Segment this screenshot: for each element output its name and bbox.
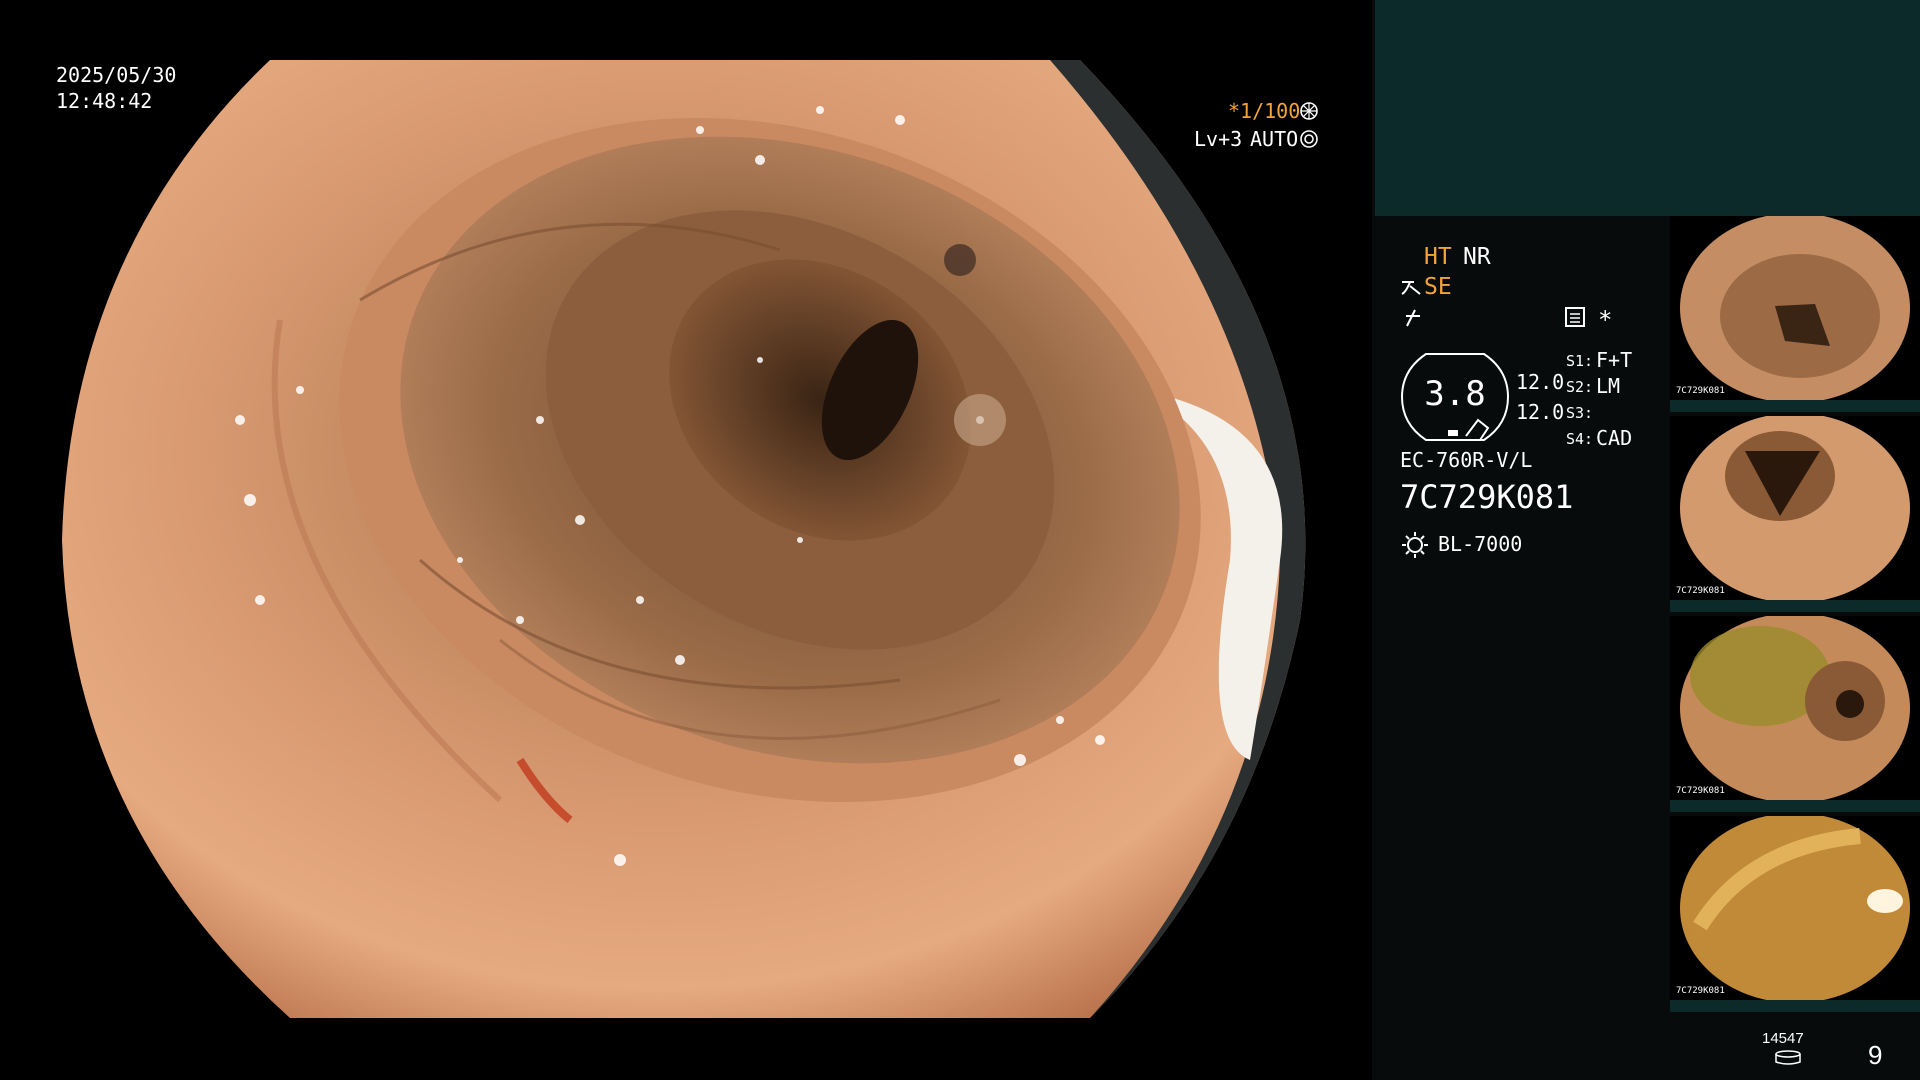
endoscope-main-view: 2025/05/30 12:48:42 *1/100 Lv+3 AUTO [0, 0, 1372, 1080]
structure-enhance-icon [1401, 281, 1421, 295]
thumbnail-image [1670, 816, 1920, 1012]
scope-field [62, 60, 1306, 1018]
s4-label: S4: [1566, 430, 1594, 448]
scope-model: EC-760R-V/L [1400, 448, 1533, 472]
light-source-icon [1402, 532, 1428, 558]
asterisk-indicator: * [1598, 306, 1613, 334]
thumbnail-image [1670, 416, 1920, 612]
osd-time: 12:48:42 [56, 89, 153, 113]
thumbnail-label: 7C729K081 [1676, 586, 1725, 596]
thumbnail-image [1670, 216, 1920, 412]
thumbnail-label: 7C729K081 [1676, 986, 1725, 996]
shutter-icon [1300, 102, 1318, 120]
se-indicator: SE [1424, 274, 1452, 300]
s2-value: LM [1596, 374, 1621, 398]
param-1: 12.0 [1516, 370, 1565, 394]
shutter-prefix: * [1228, 99, 1241, 123]
s1-label: S1: [1566, 352, 1594, 370]
scope-serial: 7C729K081 [1400, 478, 1574, 516]
thumbnail-4[interactable]: 7C729K081 [1670, 816, 1920, 1012]
zoom-value: 3.8 [1424, 374, 1486, 414]
endoscope-image [62, 60, 1306, 1018]
thumbnail-label: 7C729K081 [1676, 786, 1725, 796]
freeze-icon [1406, 309, 1420, 327]
page-number: 9 [1868, 1040, 1883, 1070]
storage-icon [1775, 1050, 1801, 1065]
thumbnail-image [1670, 616, 1920, 812]
thumbnail-label: 7C729K081 [1676, 386, 1725, 396]
ht-indicator: HT [1424, 244, 1452, 270]
light-source: BL-7000 [1438, 532, 1523, 556]
s4-value: CAD [1596, 426, 1633, 450]
shutter-value: 1/100 [1240, 99, 1301, 123]
thumbnail-3[interactable]: 7C729K081 [1670, 616, 1920, 812]
nr-indicator: NR [1463, 244, 1491, 270]
s3-label: S3: [1566, 404, 1594, 422]
thumbnail-2[interactable]: 7C729K081 [1670, 416, 1920, 612]
iris-icon [1300, 130, 1318, 148]
osd-iris-mode: AUTO [1250, 127, 1299, 151]
osd-date: 2025/05/30 [56, 63, 177, 87]
osd-iris-level: Lv+3 [1194, 127, 1243, 151]
osd-shutter: *1/100 [1228, 98, 1300, 124]
image-count: 14547 [1762, 1030, 1804, 1047]
s1-value: F+T [1596, 348, 1633, 372]
header-block [1375, 0, 1920, 216]
memory-icon [1565, 307, 1585, 327]
thumbnail-1[interactable]: 7C729K081 [1670, 216, 1920, 412]
s2-label: S2: [1566, 378, 1594, 396]
param-2: 12.0 [1516, 400, 1565, 424]
